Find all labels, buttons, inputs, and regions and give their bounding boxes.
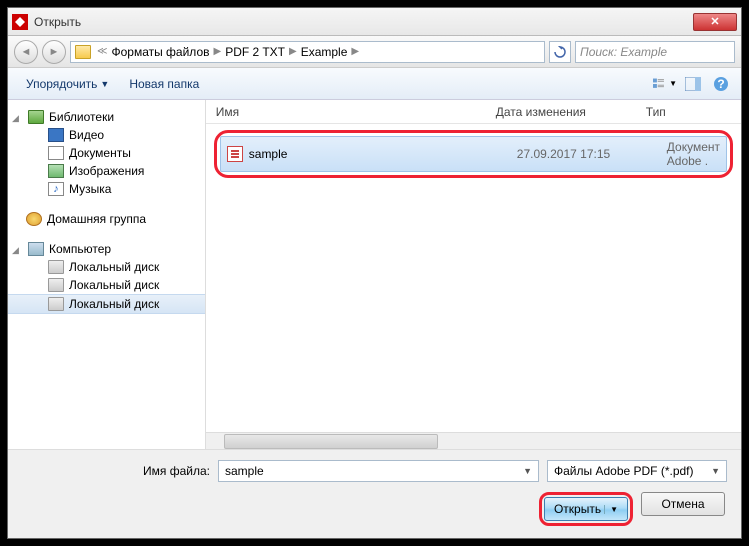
open-button[interactable]: Открыть▼ — [544, 497, 628, 521]
computer-icon — [28, 242, 44, 256]
breadcrumb-chevron-icon: ▶ — [351, 46, 359, 57]
close-button[interactable]: ✕ — [693, 13, 737, 31]
tree-disk-selected[interactable]: Локальный диск — [8, 294, 205, 314]
scrollbar-thumb[interactable] — [224, 434, 438, 449]
refresh-button[interactable] — [549, 41, 571, 63]
chevron-down-icon: ▼ — [669, 79, 677, 88]
tree-libraries[interactable]: ◢Библиотеки — [8, 108, 205, 126]
highlight-annotation: Открыть▼ — [539, 492, 633, 526]
navigation-tree: ◢Библиотеки Видео Документы Изображения … — [8, 100, 206, 449]
content-area: ◢Библиотеки Видео Документы Изображения … — [8, 100, 741, 449]
libraries-icon — [28, 110, 44, 124]
tree-music[interactable]: ♪Музыка — [8, 180, 205, 198]
tree-computer[interactable]: ◢Компьютер — [8, 240, 205, 258]
file-name: sample — [249, 147, 517, 161]
pdf-file-icon — [227, 146, 243, 162]
cancel-button[interactable]: Отмена — [641, 492, 725, 516]
tree-video[interactable]: Видео — [8, 126, 205, 144]
drive-icon — [48, 260, 64, 274]
file-type: Документ Adobe . — [667, 140, 720, 168]
file-list-pane: Имя Дата изменения Тип sample 27.09.2017… — [206, 100, 741, 449]
view-options-button[interactable]: ▼ — [653, 73, 677, 95]
forward-button[interactable]: ► — [42, 40, 66, 64]
music-icon: ♪ — [48, 182, 64, 196]
bottom-panel: Имя файла: sample ▼ Файлы Adobe PDF (*.p… — [8, 449, 741, 538]
tree-images[interactable]: Изображения — [8, 162, 205, 180]
drive-icon — [48, 278, 64, 292]
breadcrumb-chevron-icon: ▶ — [214, 46, 222, 57]
new-folder-button[interactable]: Новая папка — [119, 73, 209, 95]
column-date[interactable]: Дата изменения — [496, 105, 646, 119]
homegroup-icon — [26, 212, 42, 226]
chevron-down-icon[interactable]: ▼ — [523, 466, 532, 476]
titlebar: Открыть ✕ — [8, 8, 741, 36]
filetype-select[interactable]: Файлы Adobe PDF (*.pdf) ▼ — [547, 460, 727, 482]
svg-text:?: ? — [717, 77, 724, 91]
breadcrumb-part[interactable]: PDF 2 TXT — [225, 45, 285, 59]
search-input[interactable]: Поиск: Example — [575, 41, 735, 63]
tree-documents[interactable]: Документы — [8, 144, 205, 162]
help-button[interactable]: ? — [709, 73, 733, 95]
chevron-down-icon: ▼ — [100, 79, 109, 89]
breadcrumb-chevron-icon: ▶ — [289, 46, 297, 57]
chevron-down-icon[interactable]: ▼ — [604, 505, 618, 514]
column-type[interactable]: Тип — [646, 105, 731, 119]
filename-input[interactable]: sample ▼ — [218, 460, 539, 482]
collapse-icon[interactable]: ◢ — [12, 113, 21, 122]
tree-homegroup[interactable]: Домашняя группа — [8, 210, 205, 228]
navigation-bar: ◄ ► ≪ Форматы файлов ▶ PDF 2 TXT ▶ Examp… — [8, 36, 741, 68]
breadcrumb[interactable]: ≪ Форматы файлов ▶ PDF 2 TXT ▶ Example ▶ — [70, 41, 545, 63]
breadcrumb-part[interactable]: Форматы файлов — [111, 45, 209, 59]
chevron-down-icon[interactable]: ▼ — [711, 466, 720, 476]
file-date: 27.09.2017 17:15 — [517, 147, 667, 161]
toolbar: Упорядочить▼ Новая папка ▼ ? — [8, 68, 741, 100]
breadcrumb-part[interactable]: Example — [301, 45, 348, 59]
back-button[interactable]: ◄ — [14, 40, 38, 64]
breadcrumb-chevron-icon: ≪ — [97, 46, 107, 57]
column-name[interactable]: Имя — [216, 105, 496, 119]
preview-pane-button[interactable] — [681, 73, 705, 95]
organize-button[interactable]: Упорядочить▼ — [16, 73, 119, 95]
highlight-annotation: sample 27.09.2017 17:15 Документ Adobe . — [214, 130, 733, 178]
column-headers: Имя Дата изменения Тип — [206, 100, 741, 124]
horizontal-scrollbar[interactable] — [206, 432, 741, 449]
images-icon — [48, 164, 64, 178]
documents-icon — [48, 146, 64, 160]
open-dialog: Открыть ✕ ◄ ► ≪ Форматы файлов ▶ PDF 2 T… — [7, 7, 742, 539]
filename-label: Имя файла: — [22, 464, 210, 478]
collapse-icon[interactable]: ◢ — [12, 245, 21, 254]
video-icon — [48, 128, 64, 142]
file-row-selected[interactable]: sample 27.09.2017 17:15 Документ Adobe . — [220, 136, 727, 172]
app-icon — [12, 14, 28, 30]
tree-disk[interactable]: Локальный диск — [8, 258, 205, 276]
window-title: Открыть — [34, 15, 693, 29]
folder-icon — [75, 45, 91, 59]
tree-disk[interactable]: Локальный диск — [8, 276, 205, 294]
drive-icon — [48, 297, 64, 311]
